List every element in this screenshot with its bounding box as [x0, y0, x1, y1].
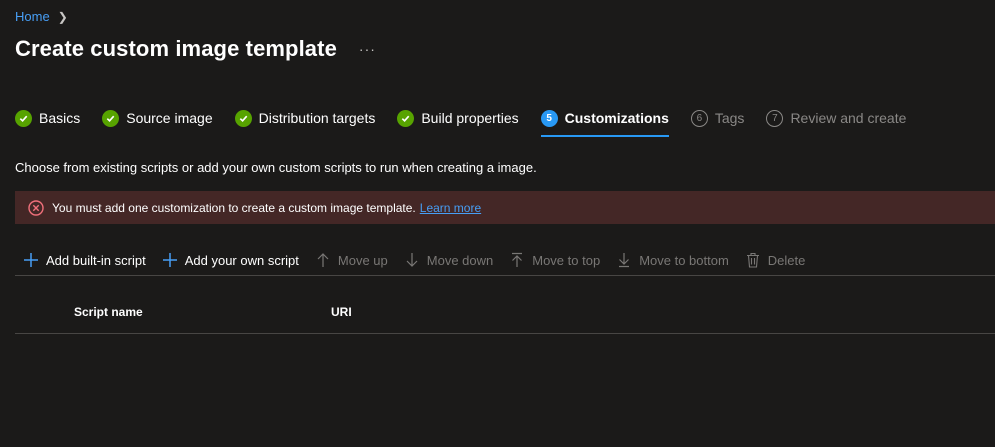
button-label: Move down: [426, 252, 494, 268]
move-to-top-button[interactable]: Move to top: [509, 248, 600, 272]
button-label: Move up: [337, 252, 388, 268]
title-row: Create custom image template ···: [15, 36, 376, 62]
button-label: Move to top: [532, 252, 601, 268]
more-options-icon[interactable]: ···: [359, 41, 376, 57]
tab-review-and-create[interactable]: 7 Review and create: [766, 107, 906, 129]
error-banner: You must add one customization to create…: [15, 191, 995, 224]
check-circle-icon: [102, 109, 120, 127]
wizard-steps: Basics Source image Distribution targets…: [15, 107, 928, 137]
chevron-right-icon: ❯: [57, 9, 68, 24]
tab-basics[interactable]: Basics: [15, 107, 80, 129]
add-your-own-script-button[interactable]: Add your own script: [162, 248, 299, 272]
page-title: Create custom image template: [15, 36, 337, 61]
arrow-up-icon: [317, 253, 329, 267]
move-to-bottom-button[interactable]: Move to bottom: [616, 248, 729, 272]
plus-icon: [24, 253, 38, 267]
button-label: Delete: [767, 252, 806, 268]
breadcrumb-home-link[interactable]: Home: [15, 9, 50, 24]
button-label: Add your own script: [184, 252, 299, 268]
step-label: Customizations: [564, 110, 669, 126]
learn-more-link[interactable]: Learn more: [420, 201, 481, 215]
tab-source-image[interactable]: Source image: [102, 107, 213, 129]
step-label: Tags: [714, 110, 745, 126]
step-label: Review and create: [790, 110, 907, 126]
column-header-script-name[interactable]: Script name: [74, 305, 143, 319]
scripts-table-header: Script name URI: [15, 298, 995, 334]
check-circle-icon: [234, 109, 252, 127]
check-circle-icon: [15, 109, 32, 127]
arrow-to-top-icon: [512, 252, 523, 267]
error-message: You must add one customization to create…: [52, 200, 416, 215]
step-label: Distribution targets: [258, 110, 376, 126]
arrow-down-icon: [406, 253, 418, 267]
column-header-uri[interactable]: URI: [331, 305, 352, 319]
tab-tags[interactable]: 6 Tags: [690, 107, 745, 129]
command-bar: Add built-in script Add your own script …: [15, 245, 995, 276]
button-label: Add built-in script: [46, 252, 146, 268]
move-down-button[interactable]: Move down: [404, 248, 493, 272]
button-label: Move to bottom: [639, 252, 729, 268]
step-number-badge: 5: [540, 109, 558, 127]
step-label: Basics: [39, 110, 81, 126]
error-circle-icon: [28, 199, 44, 216]
step-label: Build properties: [421, 110, 519, 126]
tab-build-properties[interactable]: Build properties: [397, 107, 519, 129]
step-number-badge: 6: [690, 109, 708, 127]
breadcrumb: Home ❯: [15, 9, 68, 24]
plus-icon: [162, 253, 177, 267]
delete-button[interactable]: Delete: [745, 248, 806, 272]
step-number-badge: 7: [766, 109, 784, 127]
step-label: Source image: [126, 110, 213, 126]
move-up-button[interactable]: Move up: [315, 248, 388, 272]
tab-customizations[interactable]: 5 Customizations: [540, 107, 670, 137]
tab-distribution-targets[interactable]: Distribution targets: [234, 107, 376, 129]
add-built-in-script-button[interactable]: Add built-in script: [23, 248, 146, 272]
check-circle-icon: [397, 109, 415, 127]
arrow-to-bottom-icon: [619, 253, 630, 268]
trash-icon: [746, 252, 759, 268]
page-description: Choose from existing scripts or add your…: [15, 160, 537, 175]
